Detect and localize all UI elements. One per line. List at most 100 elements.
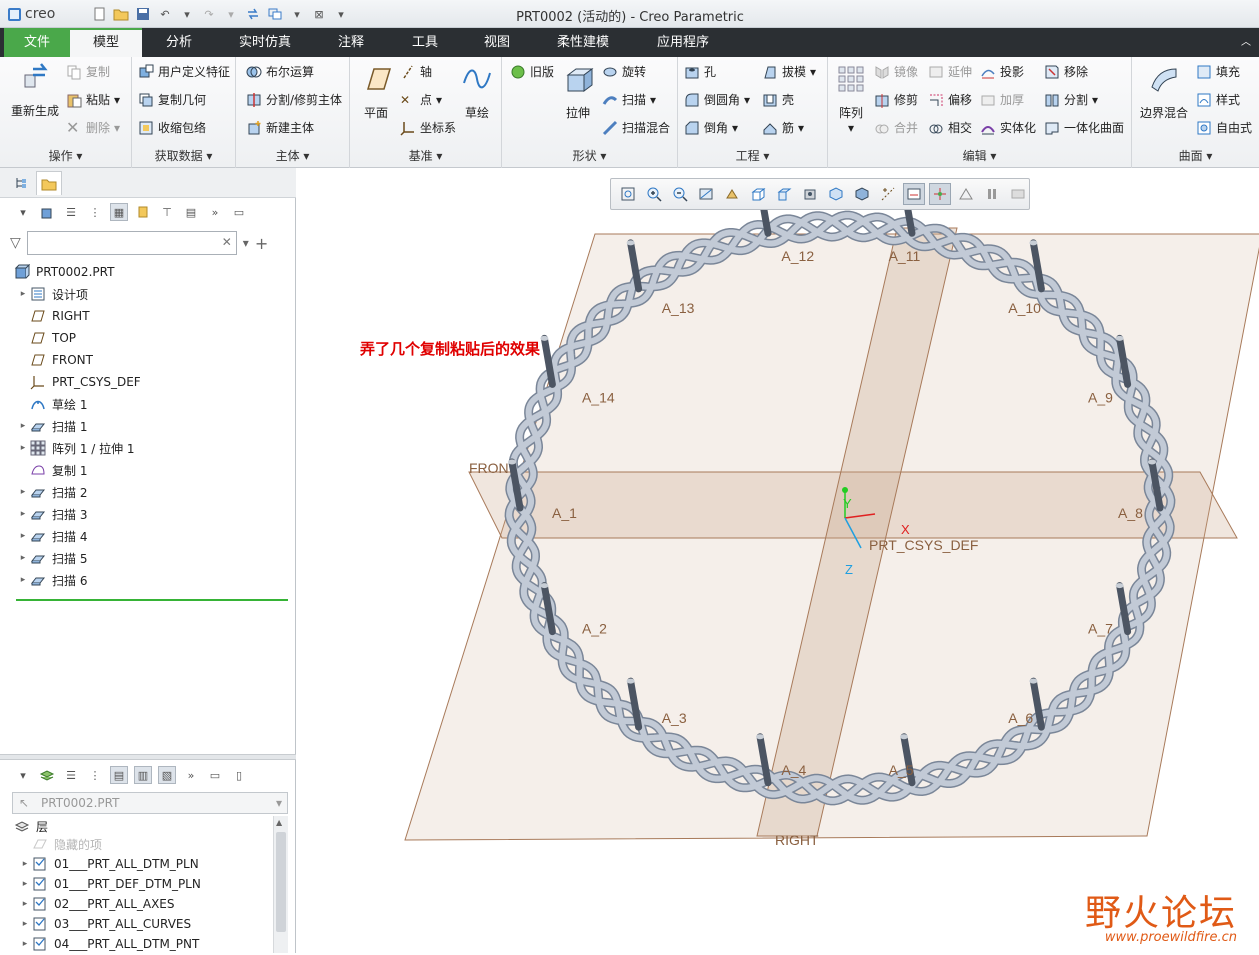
group-label-body[interactable]: 主体 ▾: [236, 147, 349, 164]
ribbon-collapse-icon[interactable]: ︿: [1236, 28, 1256, 57]
model-scene[interactable]: FRONTRIGHTA_1A_2A_3A_4 A_5A_6A_7A_8A_9A_1…: [297, 168, 1259, 953]
freestyle-button[interactable]: 自由式: [1196, 119, 1252, 136]
expand-arrow-icon[interactable]: ▸: [18, 939, 32, 949]
tab-analysis[interactable]: 分析: [146, 28, 212, 57]
repaint-icon[interactable]: [695, 183, 717, 205]
new-file-icon[interactable]: [90, 5, 108, 23]
layer-row[interactable]: ▸ 04___PRT_ALL_DTM_PNT: [18, 933, 200, 955]
udf-button[interactable]: 用户定义特征: [138, 63, 230, 80]
save-icon[interactable]: [134, 5, 152, 23]
tab-tools[interactable]: 工具: [390, 28, 460, 57]
point-button[interactable]: ✕ 点 ▾: [400, 91, 442, 108]
new-body-button[interactable]: 新建主体: [246, 119, 314, 136]
model-tree-menu-icon[interactable]: ▾: [14, 203, 32, 221]
tree-row[interactable]: TOP: [16, 327, 76, 349]
notes-icon[interactable]: ▭: [230, 203, 248, 221]
redo-icon[interactable]: ↷: [200, 5, 218, 23]
tab-simulation[interactable]: 实时仿真: [222, 28, 308, 57]
layer-tree-scrollbar[interactable]: ▲: [273, 816, 288, 953]
customize-qat-icon[interactable]: ▾: [332, 5, 350, 23]
open-folder-icon[interactable]: [112, 5, 130, 23]
expand-arrow-icon[interactable]: ▸: [18, 879, 32, 889]
tree-row[interactable]: ▸ 扫描 5: [16, 547, 88, 569]
zoom-out-icon[interactable]: [669, 183, 691, 205]
layer-notes-icon[interactable]: ▯: [230, 766, 248, 784]
graphics-window[interactable]: FRONT RIGHT A_1 A_2 A_3 A_4 A_5 A_6 A_7 A_8 A_9 A_1…: [297, 168, 1259, 953]
unified-surface-button[interactable]: 一体化曲面: [1044, 119, 1124, 136]
merge-button[interactable]: 合并: [874, 119, 918, 136]
spin-center-icon[interactable]: [721, 183, 743, 205]
tab-annotate[interactable]: 注释: [316, 28, 386, 57]
tab-flexible-modeling[interactable]: 柔性建模: [540, 28, 626, 57]
spin-center-display-icon[interactable]: [929, 183, 951, 205]
close-window-icon[interactable]: ⊠: [310, 5, 328, 23]
revolve-button[interactable]: 旋转: [602, 63, 646, 80]
tree-row[interactable]: 草绘 1: [16, 393, 87, 415]
appearance-icon[interactable]: [955, 183, 977, 205]
layer-hide-icon[interactable]: ▥: [134, 766, 152, 784]
plane-button[interactable]: 平面: [354, 63, 398, 121]
tree-columns-icon[interactable]: ▦: [110, 203, 128, 221]
axis-button[interactable]: 轴: [400, 63, 432, 80]
copy-geometry-button[interactable]: 复制几何: [138, 91, 206, 108]
sweep-dropdown-icon[interactable]: ▾: [650, 93, 656, 107]
more-tools-icon[interactable]: »: [206, 203, 224, 221]
split-button[interactable]: 分割 ▾: [1044, 91, 1098, 108]
tree-row[interactable]: RIGHT: [16, 305, 90, 327]
layer-row[interactable]: ▸ 01___PRT_ALL_DTM_PLN: [18, 853, 199, 875]
regenerate-small-icon[interactable]: [244, 5, 262, 23]
chamfer-dropdown-icon[interactable]: ▾: [732, 121, 738, 135]
layers-icon[interactable]: [38, 766, 56, 784]
model-tree-tab[interactable]: [8, 171, 34, 195]
project-button[interactable]: 投影: [980, 63, 1024, 80]
extend-button[interactable]: 延伸: [928, 63, 972, 80]
view-manager-icon[interactable]: [799, 183, 821, 205]
part-display-icon[interactable]: [38, 203, 56, 221]
layer-row[interactable]: 隐藏的项: [18, 833, 102, 855]
perspective-icon[interactable]: [825, 183, 847, 205]
expand-all-icon[interactable]: ☰: [62, 203, 80, 221]
saved-orientations-icon[interactable]: [747, 183, 769, 205]
tree-row[interactable]: ▸ 扫描 1: [16, 415, 88, 437]
expand-arrow-icon[interactable]: ▸: [18, 919, 32, 929]
sketch-button[interactable]: 草绘: [456, 63, 498, 121]
tree-row[interactable]: FRONT: [16, 349, 93, 371]
windows-dropdown-icon[interactable]: ▾: [288, 5, 306, 23]
paste-dropdown-icon[interactable]: ▾: [114, 93, 120, 107]
layer-expand-icon[interactable]: ☰: [62, 766, 80, 784]
layer-model-select[interactable]: PRT0002.PRT ↖ ▾: [12, 792, 288, 814]
group-label-get-data[interactable]: 获取数据 ▾: [132, 147, 235, 164]
expand-arrow-icon[interactable]: ▸: [16, 553, 30, 563]
layer-select-dropdown-icon[interactable]: ▾: [276, 793, 282, 813]
sweep-button[interactable]: 扫描 ▾: [602, 91, 656, 108]
group-label-shapes[interactable]: 形状 ▾: [502, 147, 677, 164]
saved-views-icon[interactable]: [773, 183, 795, 205]
group-label-operations[interactable]: 操作 ▾: [0, 147, 131, 164]
tree-search-input[interactable]: [26, 231, 237, 255]
layer-more-icon[interactable]: »: [182, 766, 200, 784]
layer-menu-icon[interactable]: ▾: [14, 766, 32, 784]
expand-arrow-icon[interactable]: ▸: [18, 859, 32, 869]
expand-arrow-icon[interactable]: ▸: [16, 531, 30, 541]
point-dropdown-icon[interactable]: ▾: [436, 93, 442, 107]
rib-dropdown-icon[interactable]: ▾: [798, 121, 804, 135]
expand-arrow-icon[interactable]: ▸: [16, 509, 30, 519]
tab-applications[interactable]: 应用程序: [640, 28, 726, 57]
stop-icon[interactable]: [1007, 183, 1029, 205]
pattern-button[interactable]: 阵列 ▾: [834, 63, 868, 135]
tab-model[interactable]: 模型: [70, 28, 142, 57]
swept-blend-button[interactable]: 扫描混合: [602, 119, 670, 136]
group-label-datum[interactable]: 基准 ▾: [350, 147, 501, 164]
filter-funnel-icon[interactable]: ▽: [10, 235, 21, 251]
tab-file[interactable]: 文件: [4, 28, 70, 57]
pattern-dropdown-icon[interactable]: ▾: [834, 121, 868, 135]
layer-row[interactable]: ▸ 02___PRT_ALL_AXES: [18, 893, 175, 915]
group-label-editing[interactable]: 编辑 ▾: [828, 147, 1131, 164]
split-trim-body-button[interactable]: 分割/修剪主体: [246, 91, 342, 108]
expand-arrow-icon[interactable]: ▸: [16, 443, 30, 453]
tree-row[interactable]: ▸ 扫描 2: [16, 481, 88, 503]
pause-icon[interactable]: [981, 183, 1003, 205]
layer-isolate-icon[interactable]: ▧: [158, 766, 176, 784]
shrinkwrap-button[interactable]: 收缩包络: [138, 119, 206, 136]
tree-row[interactable]: ▸ 扫描 4: [16, 525, 88, 547]
